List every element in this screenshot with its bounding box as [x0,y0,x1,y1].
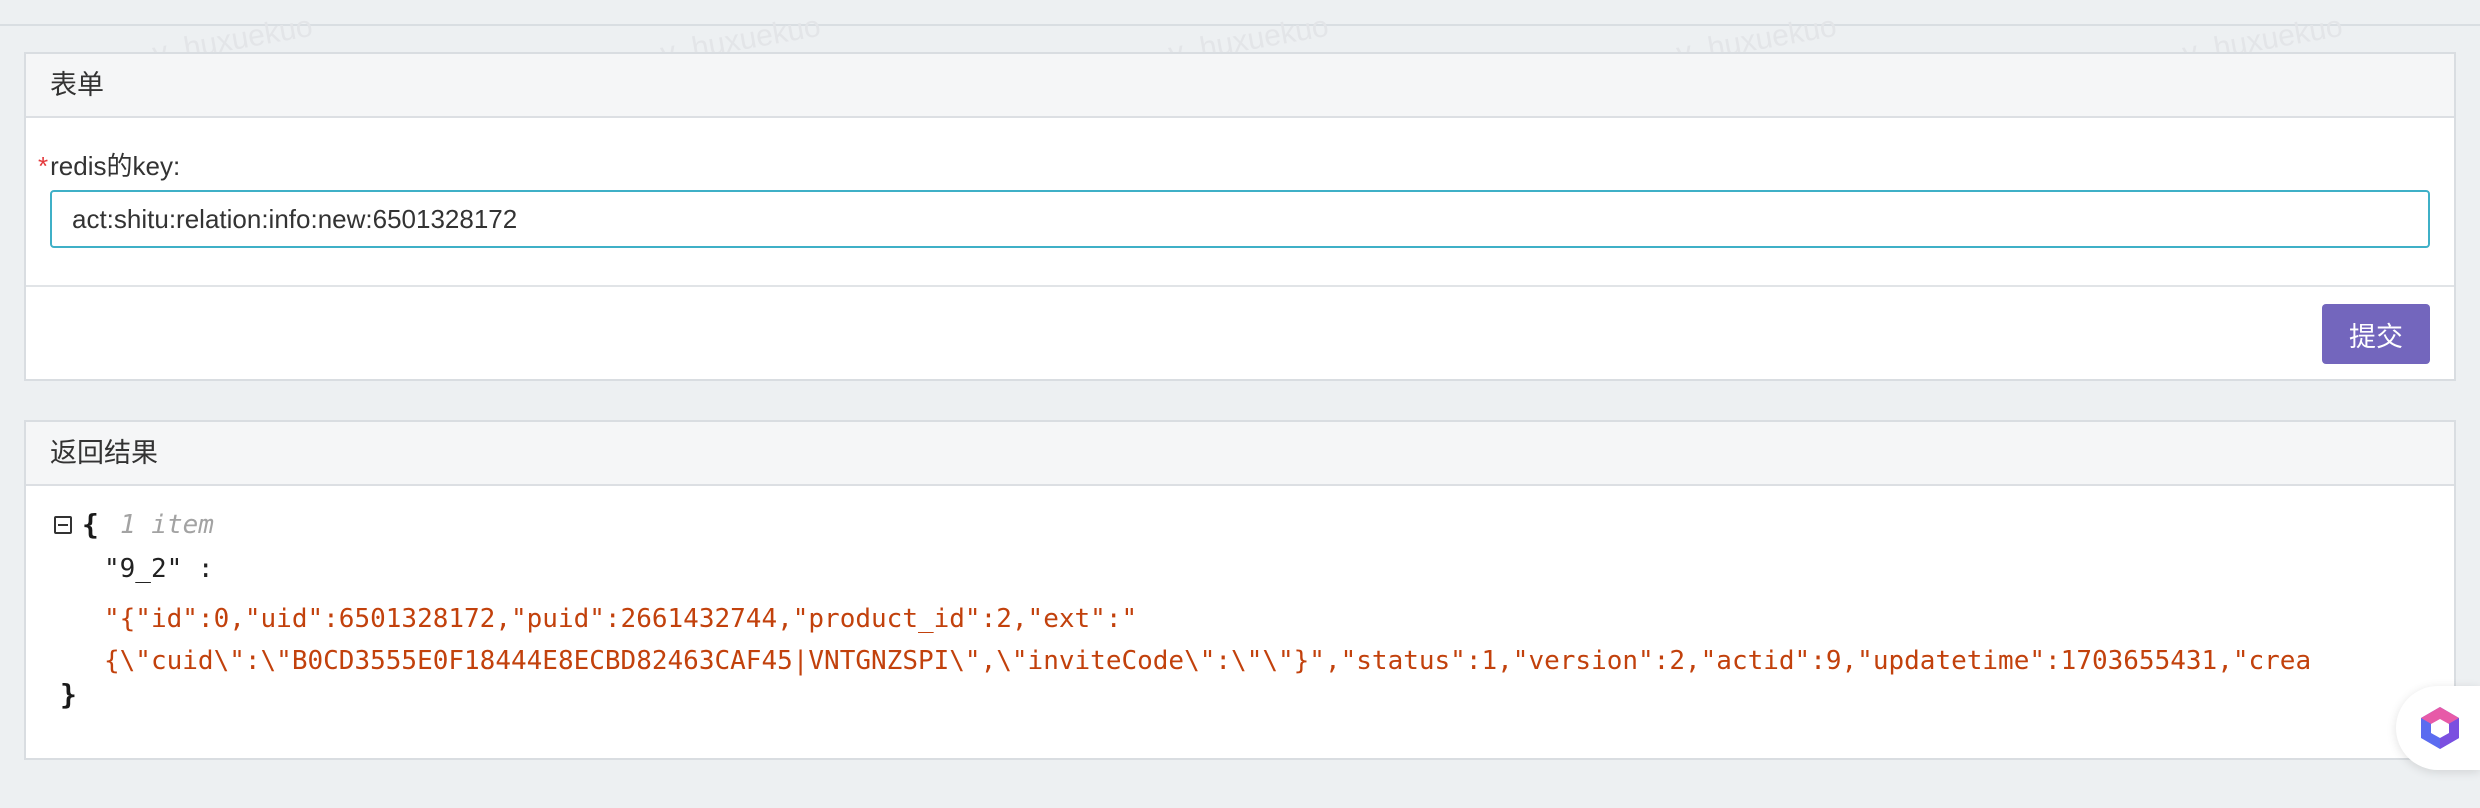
json-open-brace: { [82,508,99,541]
top-divider [0,0,2480,26]
result-panel-title: 返回结果 [26,422,2454,486]
form-panel-title: 表单 [26,54,2454,118]
assistant-float-button[interactable] [2396,686,2480,770]
json-value-line: "{"id":0,"uid":6501328172,"puid":2661432… [104,604,1138,634]
form-body: *redis的key: [26,118,2454,287]
submit-button[interactable]: 提交 [2322,304,2430,364]
minus-square-icon[interactable] [54,516,72,534]
redis-key-input[interactable] [50,190,2430,248]
required-mark: * [38,151,49,181]
json-value-line: {\"cuid\":\"B0CD3555E0F18444E8ECBD82463C… [104,646,2312,676]
cube-logo-icon [2421,707,2459,749]
json-viewer: { 1 item "9_2" : "{"id":0,"uid":65013281… [26,486,2454,758]
json-close-brace: } [60,678,77,711]
form-panel: 表单 *redis的key: 提交 [24,52,2456,381]
redis-key-label: *redis的key: [38,146,180,183]
json-key: "9_2" : [104,554,214,584]
json-value: "{"id":0,"uid":6501328172,"puid":2661432… [104,598,2454,682]
result-panel: 返回结果 { 1 item "9_2" : "{"id":0,"uid":650… [24,420,2456,760]
json-item-count: 1 item [120,510,214,540]
redis-key-label-text: redis的key: [50,151,181,181]
